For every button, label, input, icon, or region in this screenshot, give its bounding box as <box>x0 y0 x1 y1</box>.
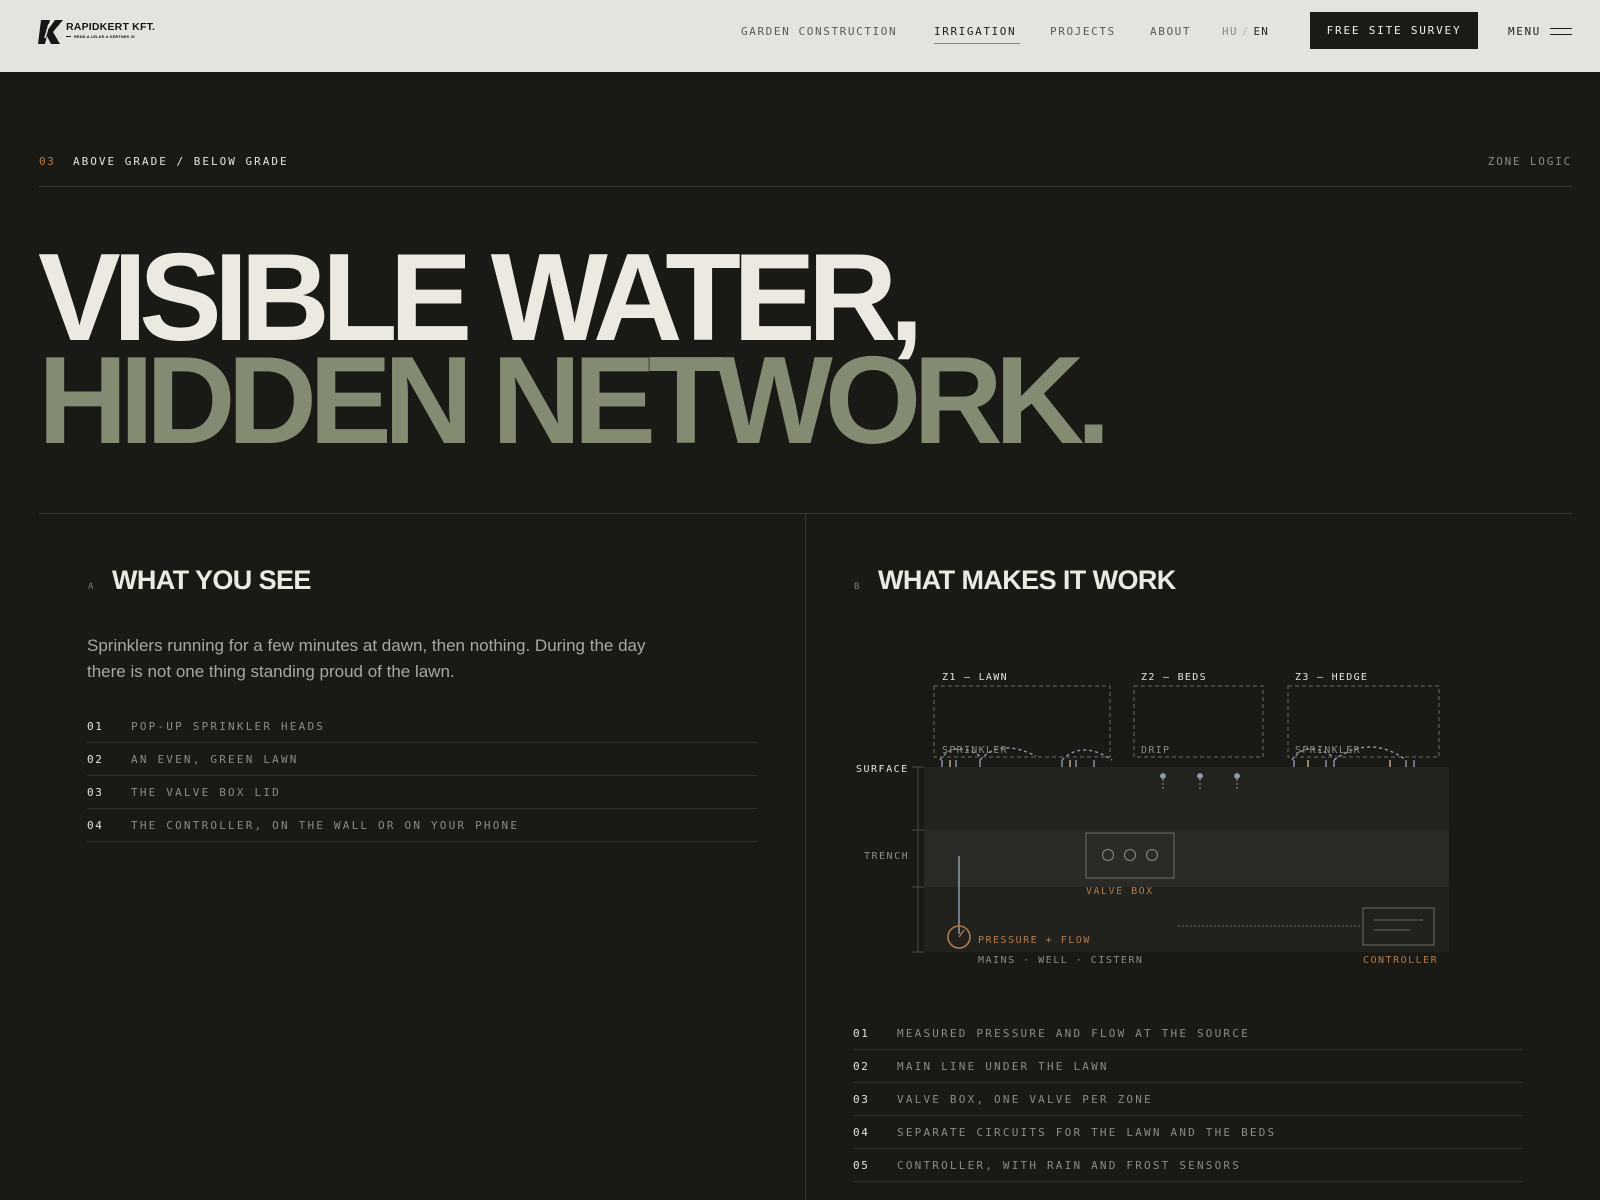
right-column-title: WHAT MAKES IT WORK <box>878 565 1176 595</box>
what-you-see-list: 01 POP-UP SPRINKLER HEADS 02 AN EVEN, GR… <box>87 710 757 842</box>
left-column-title: WHAT YOU SEE <box>112 565 311 595</box>
list-item-number: 02 <box>853 1060 870 1073</box>
logo-tagline-rule <box>66 36 71 37</box>
list-item-number: 03 <box>87 786 104 799</box>
list-item: 01 MEASURED PRESSURE AND FLOW AT THE SOU… <box>853 1017 1523 1050</box>
logo-name: RAPIDKERT KFT. <box>66 21 156 33</box>
list-item: 04 SEPARATE CIRCUITS FOR THE LAWN AND TH… <box>853 1116 1523 1149</box>
controller-label: CONTROLLER <box>1363 955 1438 966</box>
left-intro-text: Sprinklers running for a few minutes at … <box>87 636 646 681</box>
section-number: 03 <box>39 155 56 168</box>
nav-irrigation[interactable]: IRRIGATION <box>934 25 1016 38</box>
valve-box-label: VALVE BOX <box>1086 886 1154 897</box>
surface-layer <box>924 767 1449 830</box>
list-item-text: SEPARATE CIRCUITS FOR THE LAWN AND THE B… <box>897 1126 1277 1139</box>
hamburger-icon[interactable] <box>1550 27 1572 36</box>
source-label: PRESSURE + FLOW <box>978 935 1091 946</box>
column-divider <box>805 514 806 1200</box>
list-item-text: MEASURED PRESSURE AND FLOW AT THE SOURCE <box>897 1027 1250 1040</box>
list-item-text: AN EVEN, GREEN LAWN <box>131 753 299 766</box>
nav-garden-construction[interactable]: GARDEN CONSTRUCTION <box>741 25 897 38</box>
list-item-number: 02 <box>87 753 104 766</box>
list-item-number: 01 <box>853 1027 870 1040</box>
menu-button[interactable]: MENU <box>1508 25 1541 38</box>
list-item-number: 04 <box>853 1126 870 1139</box>
free-site-survey-button[interactable]: FREE SITE SURVEY <box>1310 12 1478 49</box>
list-item: 03 THE VALVE BOX LID <box>87 776 757 809</box>
list-item-text: CONTROLLER, WITH RAIN AND FROST SENSORS <box>897 1159 1242 1172</box>
surface-label: SURFACE <box>856 764 909 775</box>
trench-label: TRENCH <box>864 851 909 862</box>
hero-title-line-2: HIDDEN NETWORK. <box>38 332 1111 470</box>
zone-1-type: SPRINKLER <box>942 745 1008 756</box>
language-switcher: HU / EN <box>1222 25 1269 38</box>
zone-3-label: Z3 — HEDGE <box>1295 672 1368 683</box>
list-item: 02 MAIN LINE UNDER THE LAWN <box>853 1050 1523 1083</box>
list-item-number: 03 <box>853 1093 870 1106</box>
list-item: 05 CONTROLLER, WITH RAIN AND FROST SENSO… <box>853 1149 1523 1182</box>
source-sublabel: MAINS · WELL · CISTERN <box>978 955 1143 966</box>
lang-en[interactable]: EN <box>1253 25 1269 38</box>
list-item-number: 01 <box>87 720 104 733</box>
list-item: 02 AN EVEN, GREEN LAWN <box>87 743 757 776</box>
left-column-letter: A <box>88 582 94 592</box>
list-item-text: MAIN LINE UNDER THE LAWN <box>897 1060 1109 1073</box>
trench-layer <box>924 830 1449 887</box>
zone-2-label: Z2 — BEDS <box>1141 672 1207 683</box>
right-column-letter: B <box>854 582 860 592</box>
zone-2-type: DRIP <box>1141 745 1170 756</box>
what-makes-it-work-list: 01 MEASURED PRESSURE AND FLOW AT THE SOU… <box>853 1017 1523 1182</box>
irrigation-diagram: SURFACE TRENCH Z1 — LAWN Z2 — BEDS Z3 — … <box>856 672 1449 966</box>
section-right-label: ZONE LOGIC <box>1487 155 1572 168</box>
nav-active-underline <box>934 43 1020 44</box>
list-item-text: POP-UP SPRINKLER HEADS <box>131 720 326 733</box>
nav-projects[interactable]: PROJECTS <box>1050 25 1116 38</box>
list-item: 03 VALVE BOX, ONE VALVE PER ZONE <box>853 1083 1523 1116</box>
list-item: 01 POP-UP SPRINKLER HEADS <box>87 710 757 743</box>
lang-separator: / <box>1241 25 1250 38</box>
lang-hu[interactable]: HU <box>1222 25 1238 38</box>
list-item-text: THE VALVE BOX LID <box>131 786 281 799</box>
list-item-number: 05 <box>853 1159 870 1172</box>
list-item-text: VALVE BOX, ONE VALVE PER ZONE <box>897 1093 1153 1106</box>
section-divider <box>39 186 1572 187</box>
section-title: ABOVE GRADE / BELOW GRADE <box>73 155 289 168</box>
zone-1-label: Z1 — LAWN <box>942 672 1008 683</box>
list-item-number: 04 <box>87 819 104 832</box>
list-item: 04 THE CONTROLLER, ON THE WALL OR ON YOU… <box>87 809 757 842</box>
site-header: RAPIDKERT KFT. REND A LELKE A KERTNEK IS… <box>0 0 1600 72</box>
logo-tagline: REND A LELKE A KERTNEK IS <box>74 34 135 39</box>
nav-about[interactable]: ABOUT <box>1150 25 1191 38</box>
list-item-text: THE CONTROLLER, ON THE WALL OR ON YOUR P… <box>131 819 520 832</box>
brand-logo[interactable]: RAPIDKERT KFT. REND A LELKE A KERTNEK IS <box>38 18 155 46</box>
logo-mark-icon <box>38 20 63 44</box>
